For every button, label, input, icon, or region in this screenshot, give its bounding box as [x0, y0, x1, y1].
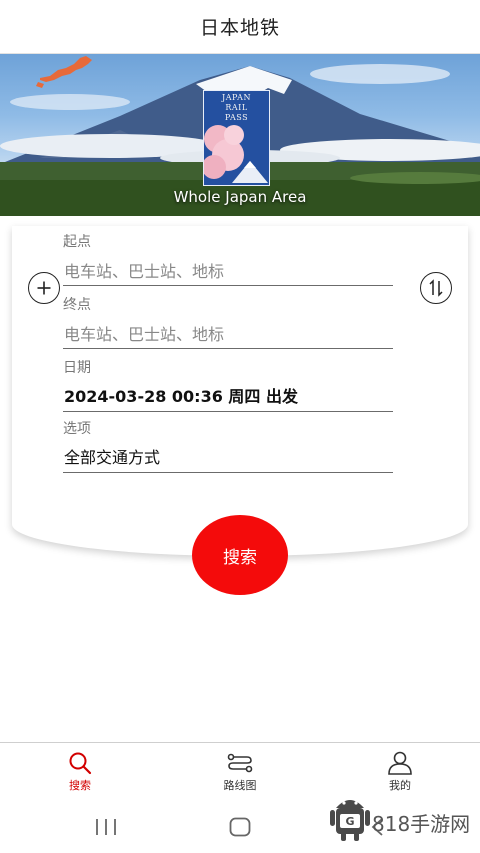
home-icon[interactable] [229, 817, 251, 837]
options-label: 选项 [63, 421, 91, 437]
date-field[interactable]: 日期 2024-03-28 00:36 周四 出发 [63, 358, 393, 412]
japan-rail-banner[interactable]: JAPAN RAIL PASS Whole Japan Area [0, 54, 480, 216]
user-icon [388, 751, 412, 775]
android-robot-icon: G [330, 800, 370, 841]
page-title: 日本地铁 [199, 17, 280, 39]
destination-field: 终点 [63, 295, 393, 349]
options-value[interactable]: 全部交通方式 [63, 445, 393, 473]
swap-stations-button[interactable] [420, 272, 452, 304]
date-value[interactable]: 2024-03-28 00:36 周四 出发 [63, 384, 393, 412]
tab-profile-label: 我的 [389, 779, 411, 792]
pass-line-1: JAPAN [222, 93, 251, 102]
route-icon [227, 753, 253, 773]
tab-search[interactable]: 搜索 [0, 743, 160, 800]
origin-label: 起点 [63, 234, 91, 250]
svg-text:G: G [345, 815, 354, 828]
watermark-text: 818手游网 [372, 812, 471, 836]
origin-field: 起点 [63, 232, 393, 286]
pass-line-3: PASS [224, 113, 249, 122]
add-waypoint-button[interactable] [28, 272, 60, 304]
app-header: 日本地铁 [0, 0, 480, 54]
tab-route-map-label: 路线图 [223, 779, 257, 792]
pass-line-2: RAIL [225, 103, 248, 112]
origin-input[interactable] [63, 258, 393, 286]
search-button[interactable]: 搜索 [192, 515, 288, 595]
options-field[interactable]: 选项 全部交通方式 [63, 419, 393, 473]
search-icon [69, 752, 92, 775]
recents-icon[interactable] [95, 818, 117, 836]
site-watermark: G 818手游网 [328, 792, 478, 848]
tab-search-label: 搜索 [69, 779, 91, 792]
destination-input[interactable] [63, 321, 393, 349]
swap-vertical-icon [429, 279, 443, 297]
destination-label: 终点 [63, 297, 91, 313]
tab-route-map[interactable]: 路线图 [160, 743, 320, 800]
banner-caption: Whole Japan Area [173, 188, 307, 206]
japan-rail-pass-card: JAPAN RAIL PASS [203, 90, 270, 186]
plus-circle-icon [37, 281, 51, 295]
pass-title: JAPAN RAIL PASS [204, 93, 269, 123]
date-label: 日期 [63, 360, 91, 376]
